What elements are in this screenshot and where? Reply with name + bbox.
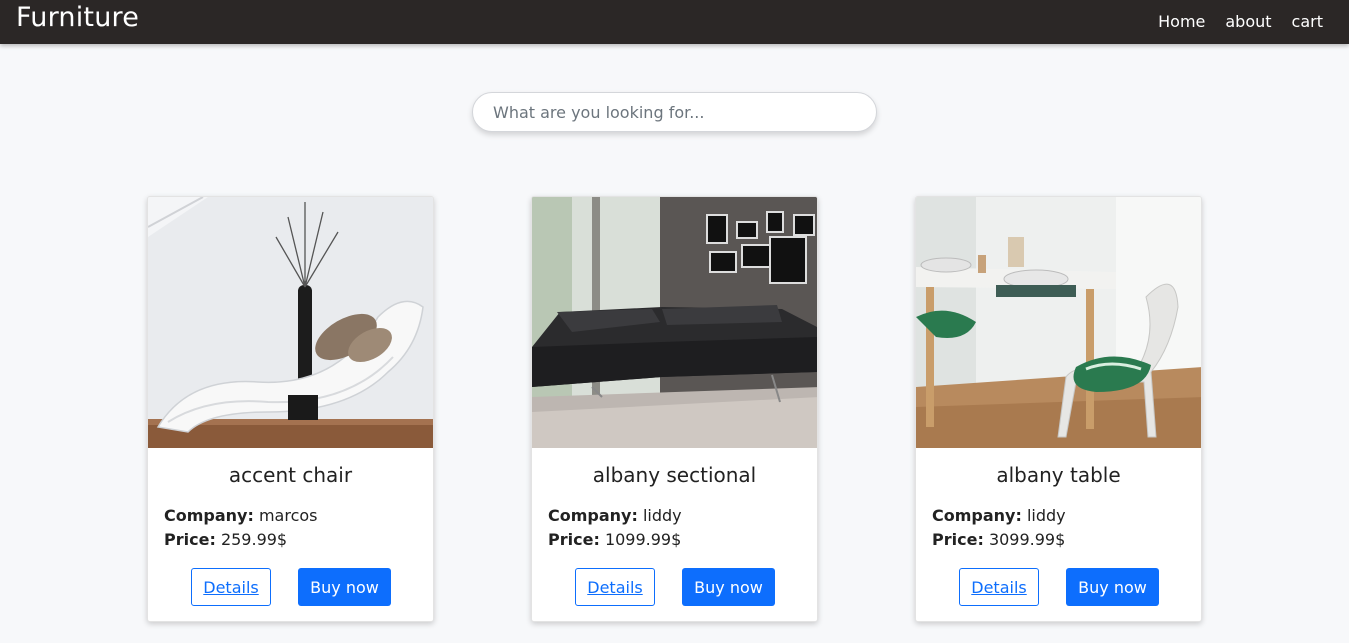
details-button[interactable]: Details [191, 568, 271, 606]
product-price: Price: 3099.99$ [932, 530, 1065, 549]
navbar: Furniture Home about cart [0, 0, 1349, 44]
buy-now-button[interactable]: Buy now [1066, 568, 1159, 606]
details-button[interactable]: Details [575, 568, 655, 606]
price-label: Price: [548, 530, 600, 549]
product-price: Price: 259.99$ [164, 530, 287, 549]
product-title: albany sectional [592, 463, 757, 487]
buy-now-button[interactable]: Buy now [298, 568, 391, 606]
product-price: Price: 1099.99$ [548, 530, 681, 549]
company-value: marcos [258, 506, 318, 525]
price-value: 259.99$ [220, 530, 288, 549]
product-company: Company: marcos [164, 506, 318, 525]
price-value: 1099.99$ [604, 530, 682, 549]
product-company: Company: liddy [548, 506, 682, 525]
nav-link-home[interactable]: Home [1158, 12, 1205, 31]
price-label: Price: [164, 530, 216, 549]
search-input[interactable] [472, 92, 877, 132]
product-title: accent chair [228, 463, 353, 487]
brand-logo[interactable]: Furniture [16, 2, 139, 33]
company-label: Company: [164, 506, 254, 525]
product-image-accent-chair [148, 197, 433, 448]
company-label: Company: [548, 506, 638, 525]
company-label: Company: [932, 506, 1022, 525]
price-label: Price: [932, 530, 984, 549]
product-image-albany-table [916, 197, 1201, 448]
company-value: liddy [1026, 506, 1066, 525]
product-card: accent chair Company: marcos Price: 259.… [147, 196, 434, 622]
nav-link-about[interactable]: about [1225, 12, 1271, 31]
details-button[interactable]: Details [959, 568, 1039, 606]
company-value: liddy [642, 506, 682, 525]
nav-links: Home about cart [1158, 12, 1323, 31]
product-image-albany-sectional [532, 197, 817, 448]
product-title: albany table [996, 463, 1121, 487]
buy-now-button[interactable]: Buy now [682, 568, 775, 606]
price-value: 3099.99$ [988, 530, 1066, 549]
product-company: Company: liddy [932, 506, 1066, 525]
nav-link-cart[interactable]: cart [1292, 12, 1323, 31]
product-card: albany table Company: liddy Price: 3099.… [915, 196, 1202, 622]
product-card: albany sectional Company: liddy Price: 1… [531, 196, 818, 622]
